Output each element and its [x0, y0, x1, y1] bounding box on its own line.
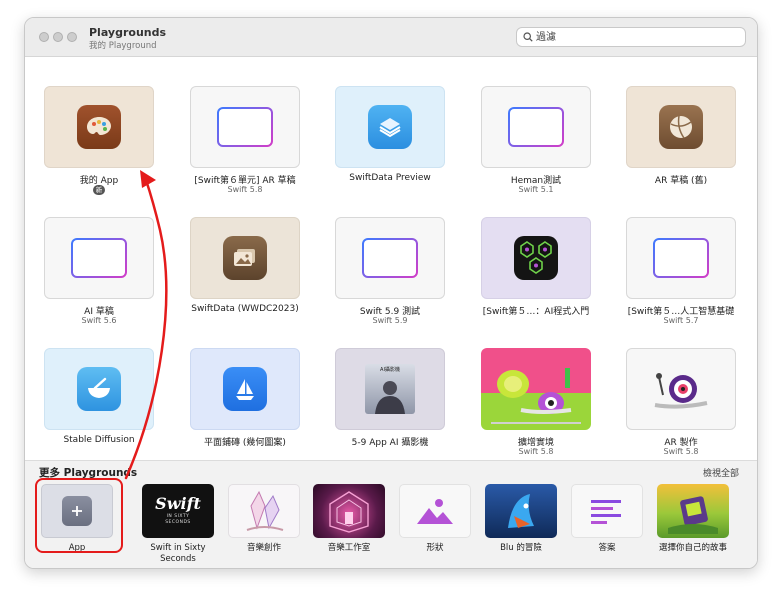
annotation-arrow-icon	[124, 170, 168, 480]
